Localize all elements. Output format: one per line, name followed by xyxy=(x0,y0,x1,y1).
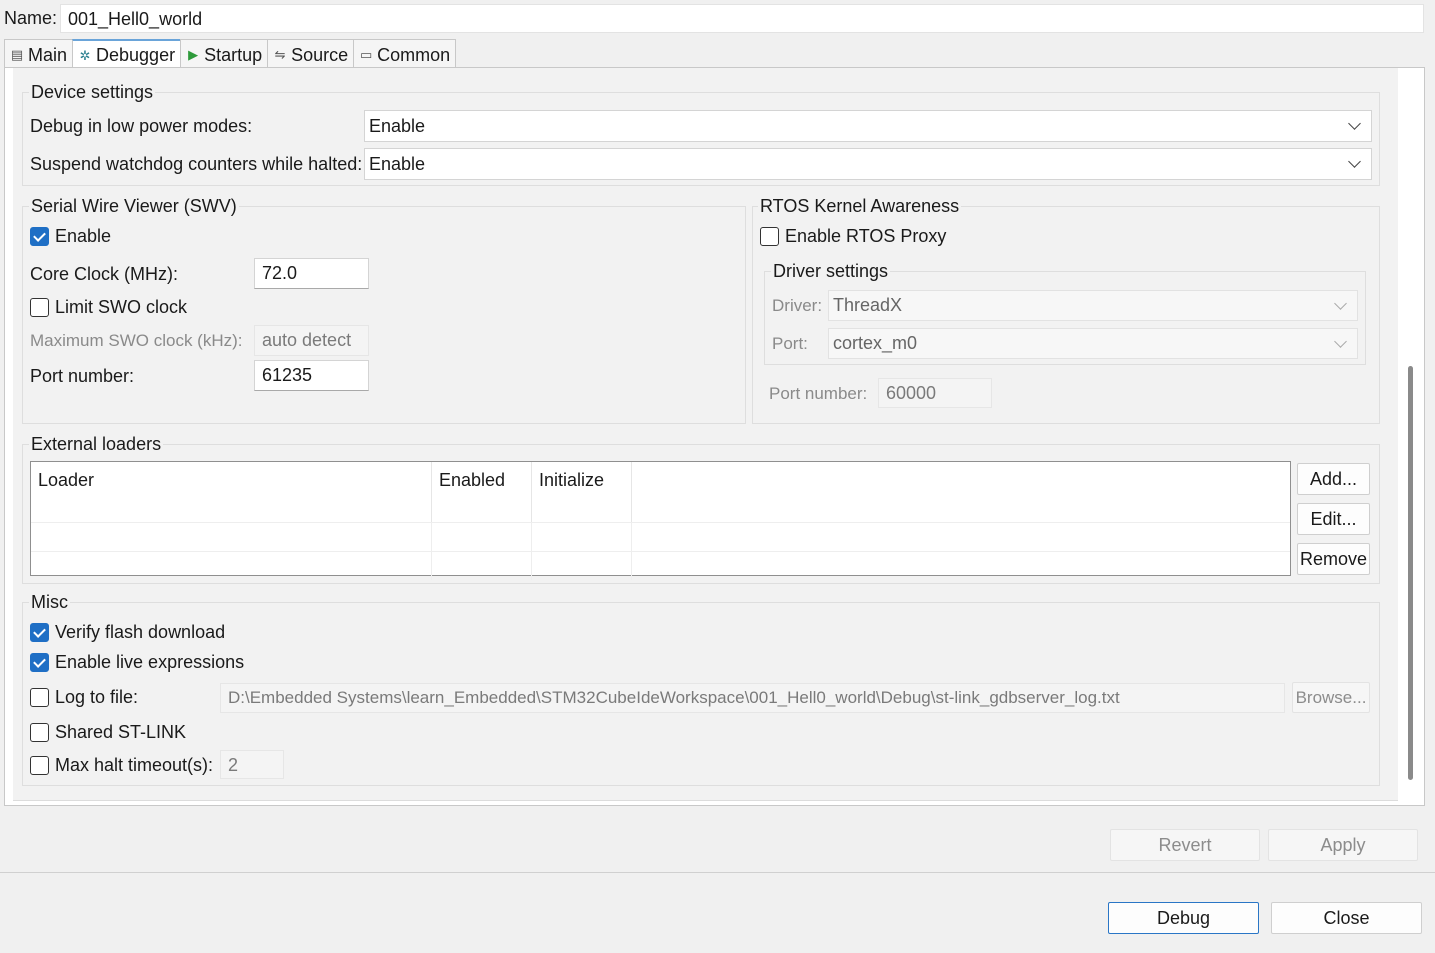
column-header-loader[interactable]: Loader xyxy=(31,462,432,522)
log-to-file-checkbox[interactable]: Log to file: xyxy=(30,687,138,708)
common-icon: ▭ xyxy=(360,47,373,62)
checkbox-unchecked-icon xyxy=(30,723,49,742)
apply-button[interactable]: Apply xyxy=(1268,829,1418,861)
tab-source-label: Source xyxy=(291,44,349,65)
swv-title: Serial Wire Viewer (SWV) xyxy=(29,196,239,217)
table-header: Loader Enabled Initialize xyxy=(31,462,1290,522)
run-icon: ▶ xyxy=(188,47,199,62)
rtos-port-select[interactable]: cortex_m0 xyxy=(828,328,1358,359)
checkbox-unchecked-icon xyxy=(30,688,49,707)
chevron-down-icon xyxy=(1348,117,1361,130)
tab-main[interactable]: ▤ Main xyxy=(4,39,73,68)
core-clock-input[interactable]: 72.0 xyxy=(254,258,369,289)
checkbox-unchecked-icon xyxy=(30,756,49,775)
tab-debugger-label: Debugger xyxy=(96,45,176,65)
remove-loader-button[interactable]: Remove xyxy=(1297,543,1370,575)
tab-common-label: Common xyxy=(377,44,451,65)
live-expressions-label: Enable live expressions xyxy=(55,652,245,672)
loaders-table[interactable]: Loader Enabled Initialize xyxy=(30,461,1291,580)
tab-debugger[interactable]: ✲ Debugger xyxy=(72,39,181,68)
max-halt-label: Max halt timeout(s): xyxy=(55,755,214,775)
tab-source[interactable]: ⇋ Source xyxy=(267,39,354,68)
shared-stlink-checkbox[interactable]: Shared ST-LINK xyxy=(30,722,186,743)
shared-stlink-label: Shared ST-LINK xyxy=(55,722,187,742)
rtos-enable-label: Enable RTOS Proxy xyxy=(785,226,947,246)
chevron-down-icon xyxy=(1334,296,1347,310)
max-halt-input[interactable]: 2 xyxy=(220,750,284,779)
max-swo-label: Maximum SWO clock (kHz): xyxy=(30,331,243,350)
driver-settings-title: Driver settings xyxy=(771,261,891,282)
device-settings-title: Device settings xyxy=(29,82,156,103)
name-input[interactable]: 001_Hell0_world xyxy=(60,4,1424,33)
swv-enable-label: Enable xyxy=(55,226,112,246)
checkbox-checked-icon xyxy=(30,623,49,642)
close-button[interactable]: Close xyxy=(1271,902,1422,934)
external-loaders-title: External loaders xyxy=(29,434,164,455)
footer-separator xyxy=(0,872,1435,873)
rtos-port-number-label: Port number: xyxy=(769,384,868,403)
limit-swo-label: Limit SWO clock xyxy=(55,297,188,317)
low-power-value: Enable xyxy=(369,115,426,136)
core-clock-label: Core Clock (MHz): xyxy=(30,264,179,284)
table-row[interactable] xyxy=(31,551,1290,580)
edit-loader-button[interactable]: Edit... xyxy=(1297,503,1370,535)
tab-common[interactable]: ▭ Common xyxy=(353,39,457,68)
checkbox-unchecked-icon xyxy=(30,298,49,317)
driver-value: ThreadX xyxy=(833,295,903,315)
swv-port-label: Port number: xyxy=(30,366,135,386)
swv-port-input[interactable]: 61235 xyxy=(254,360,369,391)
column-header-initialize[interactable]: Initialize xyxy=(532,462,632,522)
checkbox-unchecked-icon xyxy=(760,227,779,246)
chevron-down-icon xyxy=(1348,155,1361,168)
tab-main-label: Main xyxy=(28,44,68,65)
add-loader-button[interactable]: Add... xyxy=(1297,463,1370,495)
tab-bar: ▤ Main ✲ Debugger ▶ Startup ⇋ Source ▭ C… xyxy=(4,39,457,68)
chevron-down-icon xyxy=(1334,334,1347,348)
log-file-path-input[interactable]: D:\Embedded Systems\learn_Embedded\STM32… xyxy=(220,683,1285,713)
log-to-file-label: Log to file: xyxy=(55,687,139,707)
verify-flash-label: Verify flash download xyxy=(55,622,226,642)
rtos-port-value: cortex_m0 xyxy=(833,333,918,353)
watchdog-select[interactable]: Enable xyxy=(364,148,1372,180)
checkbox-checked-icon xyxy=(30,653,49,672)
rtos-enable-checkbox[interactable]: Enable RTOS Proxy xyxy=(760,226,946,247)
revert-button[interactable]: Revert xyxy=(1110,829,1260,861)
max-swo-input[interactable]: auto detect xyxy=(254,325,369,356)
column-header-enabled[interactable]: Enabled xyxy=(432,462,532,522)
verify-flash-checkbox[interactable]: Verify flash download xyxy=(30,622,225,643)
misc-title: Misc xyxy=(29,592,70,613)
driver-select[interactable]: ThreadX xyxy=(828,290,1358,321)
table-row[interactable] xyxy=(31,522,1290,551)
name-label: Name: xyxy=(4,8,58,28)
document-icon: ▤ xyxy=(10,47,24,62)
rtos-port-label: Port: xyxy=(772,334,808,353)
debug-button[interactable]: Debug xyxy=(1108,902,1259,934)
watchdog-value: Enable xyxy=(369,153,426,174)
bug-icon: ✲ xyxy=(79,47,91,63)
live-expressions-checkbox[interactable]: Enable live expressions xyxy=(30,652,244,673)
tab-startup-label: Startup xyxy=(204,44,263,65)
low-power-label: Debug in low power modes: xyxy=(30,116,253,136)
driver-label: Driver: xyxy=(772,296,823,315)
checkbox-checked-icon xyxy=(30,227,49,246)
rtos-title: RTOS Kernel Awareness xyxy=(758,196,962,217)
tab-startup[interactable]: ▶ Startup xyxy=(180,39,268,68)
watchdog-label: Suspend watchdog counters while halted: xyxy=(30,154,363,174)
low-power-select[interactable]: Enable xyxy=(364,110,1372,142)
browse-button[interactable]: Browse... xyxy=(1292,682,1370,713)
vertical-scrollbar[interactable] xyxy=(1408,366,1413,780)
swv-enable-checkbox[interactable]: Enable xyxy=(30,226,111,247)
rtos-port-number-input[interactable]: 60000 xyxy=(878,378,992,408)
source-icon: ⇋ xyxy=(274,47,286,62)
max-halt-checkbox[interactable]: Max halt timeout(s): xyxy=(30,755,213,776)
limit-swo-checkbox[interactable]: Limit SWO clock xyxy=(30,297,187,318)
